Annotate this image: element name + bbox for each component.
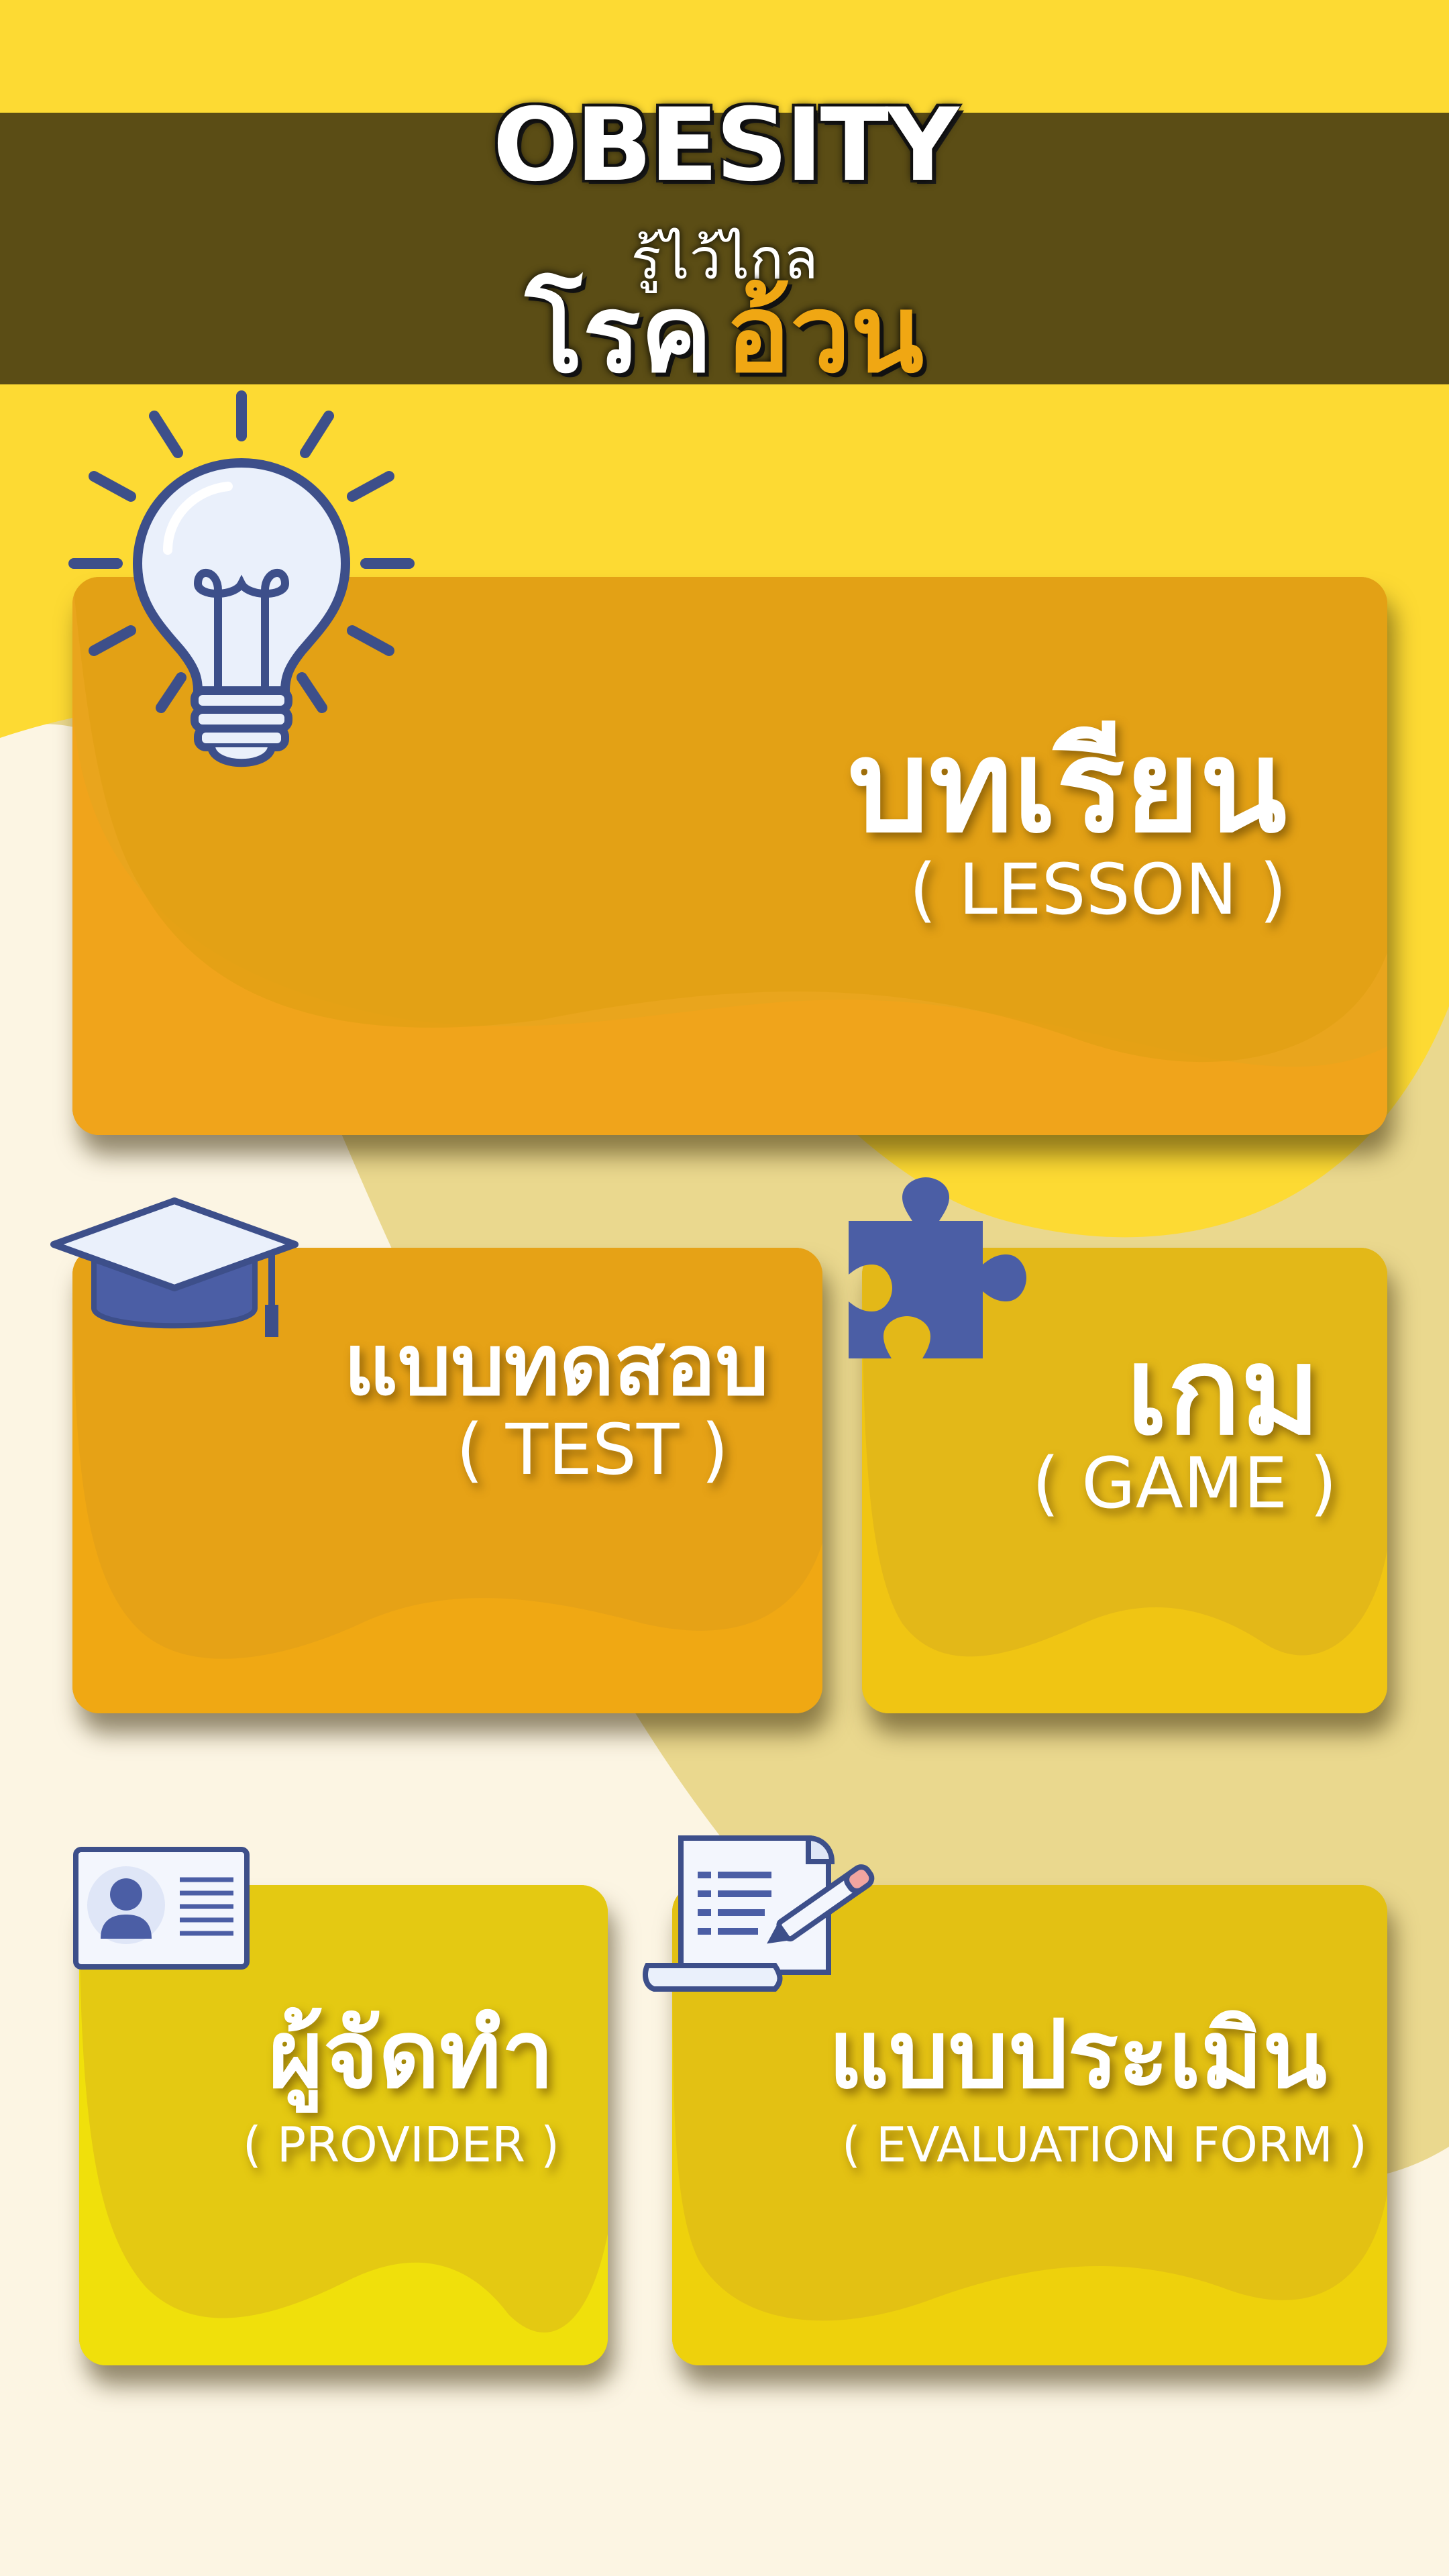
evaluation-label-english: ( EVALUATION FORM )	[841, 2116, 1367, 2173]
game-label-english: ( GAME )	[1032, 1442, 1337, 1524]
title-thai-word2: อ้วน	[725, 271, 924, 396]
app-title: OBESITY	[492, 87, 959, 204]
scroll-pen-icon	[643, 1835, 875, 1992]
test-label-english: ( TEST )	[455, 1409, 729, 1491]
evaluation-label-thai: แบบประเมิน	[828, 2000, 1327, 2110]
provider-label-thai: ผู้จัดทำ	[268, 2000, 554, 2110]
puzzle-piece-icon	[849, 1177, 1026, 1358]
title-thai-word1: โรค	[525, 271, 712, 396]
provider-label-english: ( PROVIDER )	[242, 2116, 559, 2173]
app-title-thai: โรค อ้วน	[0, 280, 1449, 388]
id-card-icon	[73, 1847, 250, 1970]
lightbulb-icon	[68, 390, 415, 767]
lesson-label-english: ( LESSON )	[909, 849, 1287, 930]
graduation-cap-icon	[50, 1197, 299, 1337]
